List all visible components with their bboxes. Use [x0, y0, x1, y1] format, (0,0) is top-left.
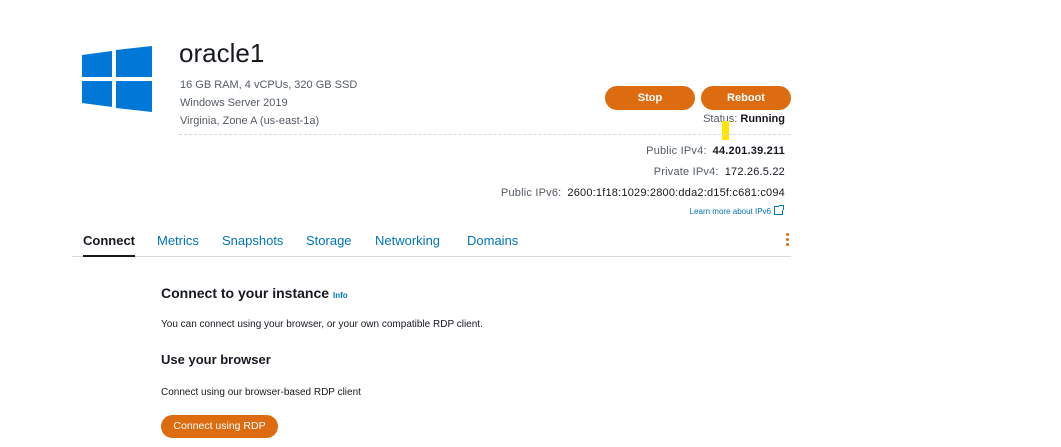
status-value: Running — [740, 113, 785, 125]
public-ipv6-label: Public IPv6: — [500, 187, 562, 199]
instance-tabs: Connect Metrics Snapshots Storage Networ… — [72, 230, 791, 257]
windows-logo-icon — [82, 46, 152, 112]
info-link[interactable]: Info — [333, 291, 348, 300]
browser-description: Connect using our browser-based RDP clie… — [161, 387, 361, 398]
status-label: Status: — [703, 113, 738, 125]
instance-os: Windows Server 2019 — [180, 97, 288, 109]
connect-intro: You can connect using your browser, or y… — [161, 319, 483, 330]
text-cursor-highlight — [722, 121, 729, 140]
tab-storage[interactable]: Storage — [306, 233, 352, 248]
public-ipv6-value: 2600:1f18:1029:2800:dda2:d15f:c681:c094 — [567, 187, 785, 199]
tab-metrics[interactable]: Metrics — [157, 233, 199, 248]
public-ipv4-value: 44.201.39.211 — [712, 145, 785, 157]
more-actions-icon[interactable] — [783, 233, 791, 247]
connect-heading: Connect to your instance Info — [161, 285, 348, 301]
tab-domains[interactable]: Domains — [467, 233, 518, 248]
tab-snapshots[interactable]: Snapshots — [222, 233, 283, 248]
external-link-icon — [774, 205, 784, 215]
header-divider — [179, 134, 791, 135]
active-tab-indicator — [83, 255, 135, 257]
instance-status: Status: Running — [703, 113, 785, 125]
browser-heading: Use your browser — [161, 352, 271, 367]
learn-more-ipv6-link[interactable]: Learn more about IPv6 — [689, 205, 784, 216]
instance-name: oracle1 — [179, 38, 265, 68]
connect-rdp-button[interactable]: Connect using RDP — [161, 415, 278, 438]
connect-heading-text: Connect to your instance — [161, 285, 330, 301]
public-ipv4-label: Public IPv4: — [646, 145, 707, 157]
learn-more-ipv6-label: Learn more about IPv6 — [689, 207, 771, 216]
instance-location: Virginia, Zone A (us-east-1a) — [180, 115, 320, 127]
tab-networking[interactable]: Networking — [375, 233, 440, 248]
tab-connect[interactable]: Connect — [83, 233, 135, 248]
private-ipv4-label: Private IPv4: — [653, 166, 719, 178]
public-ipv6-row: Public IPv6: 2600:1f18:1029:2800:dda2:d15… — [501, 187, 785, 199]
instance-specs: 16 GB RAM, 4 vCPUs, 320 GB SSD — [180, 79, 358, 91]
reboot-button[interactable]: Reboot — [701, 86, 791, 110]
private-ipv4-row: Private IPv4: 172.26.5.22 — [654, 166, 785, 178]
stop-button[interactable]: Stop — [605, 86, 695, 110]
public-ipv4-row: Public IPv4: 44.201.39.211 — [646, 145, 785, 157]
private-ipv4-value: 172.26.5.22 — [724, 166, 785, 178]
